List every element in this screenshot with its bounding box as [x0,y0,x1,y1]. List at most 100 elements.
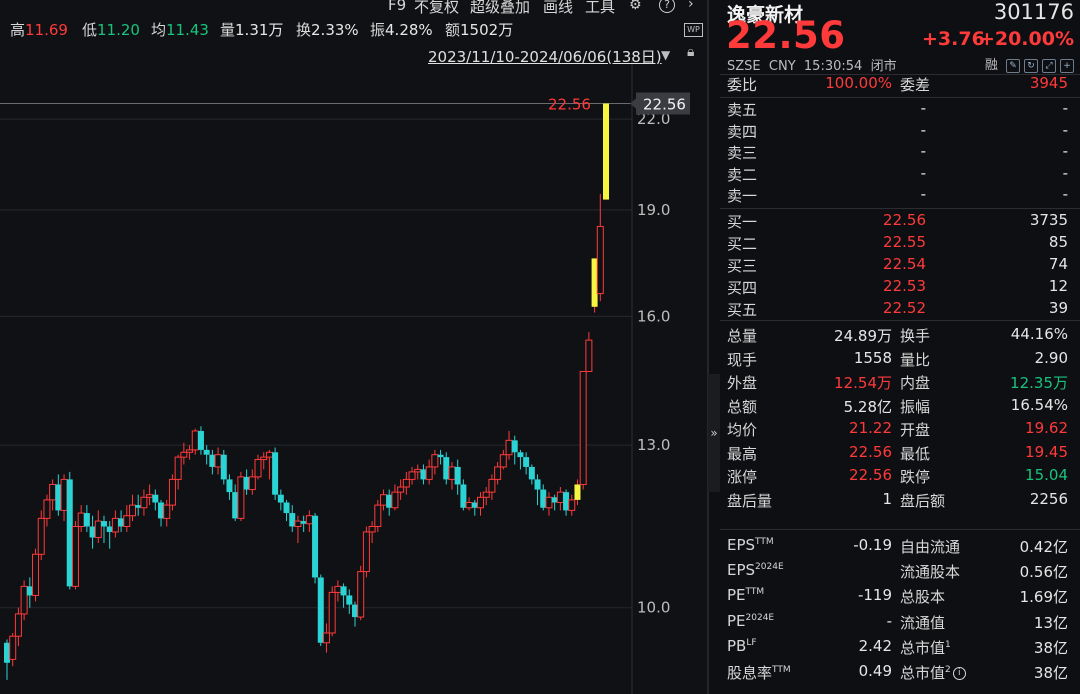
stat-label: 换手 [900,327,931,345]
candle-body [591,258,598,307]
candle-body [191,430,199,451]
weibi-value: 100.00% [825,74,892,92]
stock-code: 301176 [993,0,1074,24]
candle-body [89,526,96,538]
weicha-label: 委差 [900,76,931,94]
date-range-selector[interactable]: 2023/11/10-2024/06/06(138日) [428,46,662,67]
bid-price: 22.54 [883,255,926,273]
super-overlay-button[interactable]: 超级叠加 [470,0,530,17]
info-icon[interactable]: i [952,667,966,680]
gear-icon[interactable]: ⚙ [629,0,642,13]
edit-icon[interactable]: ✎ [1006,58,1020,73]
stat-value: 1558 [853,348,892,367]
stat-avg: 均11.43 [151,21,209,39]
stat-row: 现手 1558 量比 2.90 [720,349,1080,371]
ask-label: 卖二 [727,165,758,184]
fundamental-row: PETTM -119 总股本 1.69亿 [720,586,1080,608]
time-label: 15:30:54 [803,59,863,74]
candle-body [408,471,416,480]
ask-price: - [920,120,926,139]
bid-row: 买五 22.52 39 [720,299,1080,321]
chevron-right-icon[interactable]: › [688,0,694,12]
ask-volume: - [1062,185,1068,203]
candle-body [505,439,513,456]
stat-label: 均价 [727,421,758,439]
stat-label: 总额 [727,397,758,416]
stat-row: 涨停 22.56 跌停 15.04 [720,466,1080,488]
price-axis-tick: 16.0 [637,307,670,325]
panel-divider [707,0,709,694]
candle-body [9,635,17,660]
bid-row: 买一 22.56 3735 [720,211,1080,233]
kline-chart-area[interactable]: 22.0 19.0 16.0 13.0 10.0 22.56 22.56 F9 不复权 超级… [0,0,707,694]
fundamental-label-sup: LF [746,637,757,648]
fundamental-label: 流通股本 [900,561,960,582]
candle-body [294,520,302,527]
bid-price: 22.56 [883,211,926,229]
stat-value: 16.54% [1010,395,1068,414]
candle-body [300,521,307,524]
refresh-icon[interactable]: ↻ [1024,58,1038,73]
candle-body [511,440,518,453]
ask-price: - [920,142,926,160]
candle-body [322,632,330,644]
bid-volume: 39 [1048,299,1068,317]
candle-body [209,454,216,467]
adjust-rights-button[interactable]: 不复权 [414,0,459,17]
stat-high: 高11.69 [10,21,68,39]
wp-badge-icon[interactable]: WP [684,23,703,37]
stat-label: 振幅 [900,397,931,416]
ask-price: - [920,99,926,117]
candle-body [60,478,68,511]
bid-volume: 3735 [1029,211,1068,229]
kline-chart[interactable]: 22.019.016.013.010.022.5622.56 [0,0,707,694]
current-price-tag-arrow [630,98,636,109]
candle-body [260,456,268,461]
expand-icon[interactable]: ⤢ [1042,58,1056,73]
stat-label: 总量 [727,327,758,345]
candle-body [437,454,444,458]
tools-button[interactable]: 工具 [585,0,615,17]
date-range-dropdown-icon[interactable]: ▼ [661,48,670,62]
candle-body [488,478,496,493]
fundamental-label-text: 自由流通 [900,538,961,556]
ask-volume: - [1062,142,1068,160]
candle-body [556,491,564,504]
stat-label: 外盘 [727,374,758,392]
candle-body [129,504,137,517]
candle-body [528,466,535,480]
stat-value: 15.04 [1025,466,1068,484]
candle-body [374,504,382,527]
stat-value: 19.62 [1025,419,1068,437]
fundamental-value: 2.42 [858,636,892,655]
stat-value: 19.45 [1025,442,1068,461]
bid-row: 买二 22.55 85 [720,233,1080,255]
candle-body [328,591,336,634]
fundamental-label-sup: 2 [945,665,951,675]
question-icon[interactable]: ? [659,0,675,13]
candle-body [66,479,73,587]
fundamental-value: - [886,611,892,630]
candle-body [37,517,45,555]
stat-value: 2256 [1029,489,1068,508]
candle-body [454,466,461,485]
fundamental-label: EPS2024E [727,561,784,579]
candle-body [471,502,478,508]
lock-icon[interactable]: 🔒︎ [687,44,694,60]
stat-row: 外盘 12.54万 内盘 12.35万 [720,372,1080,394]
fundamental-label: 总股本 [900,586,945,607]
candle-body [551,497,558,503]
fundamental-label-sup: TTM [755,537,774,547]
f9-button[interactable]: F9 [388,0,406,14]
draw-line-button[interactable]: 画线 [543,0,573,17]
add-icon[interactable]: + [1060,58,1074,73]
candle-body [168,478,176,506]
fundamental-value: 0.49 [858,662,892,680]
stat-label: 盘后额 [900,491,946,510]
stat-turnover: 换2.33% [296,21,359,39]
stat-row: 均价 21.22 开盘 19.62 [720,419,1080,441]
candle-body [100,521,107,527]
stat-amount: 额1502万 [445,21,514,39]
fundamental-value: 0.42亿 [1019,538,1068,556]
collapse-panel-button[interactable]: » [708,374,720,492]
